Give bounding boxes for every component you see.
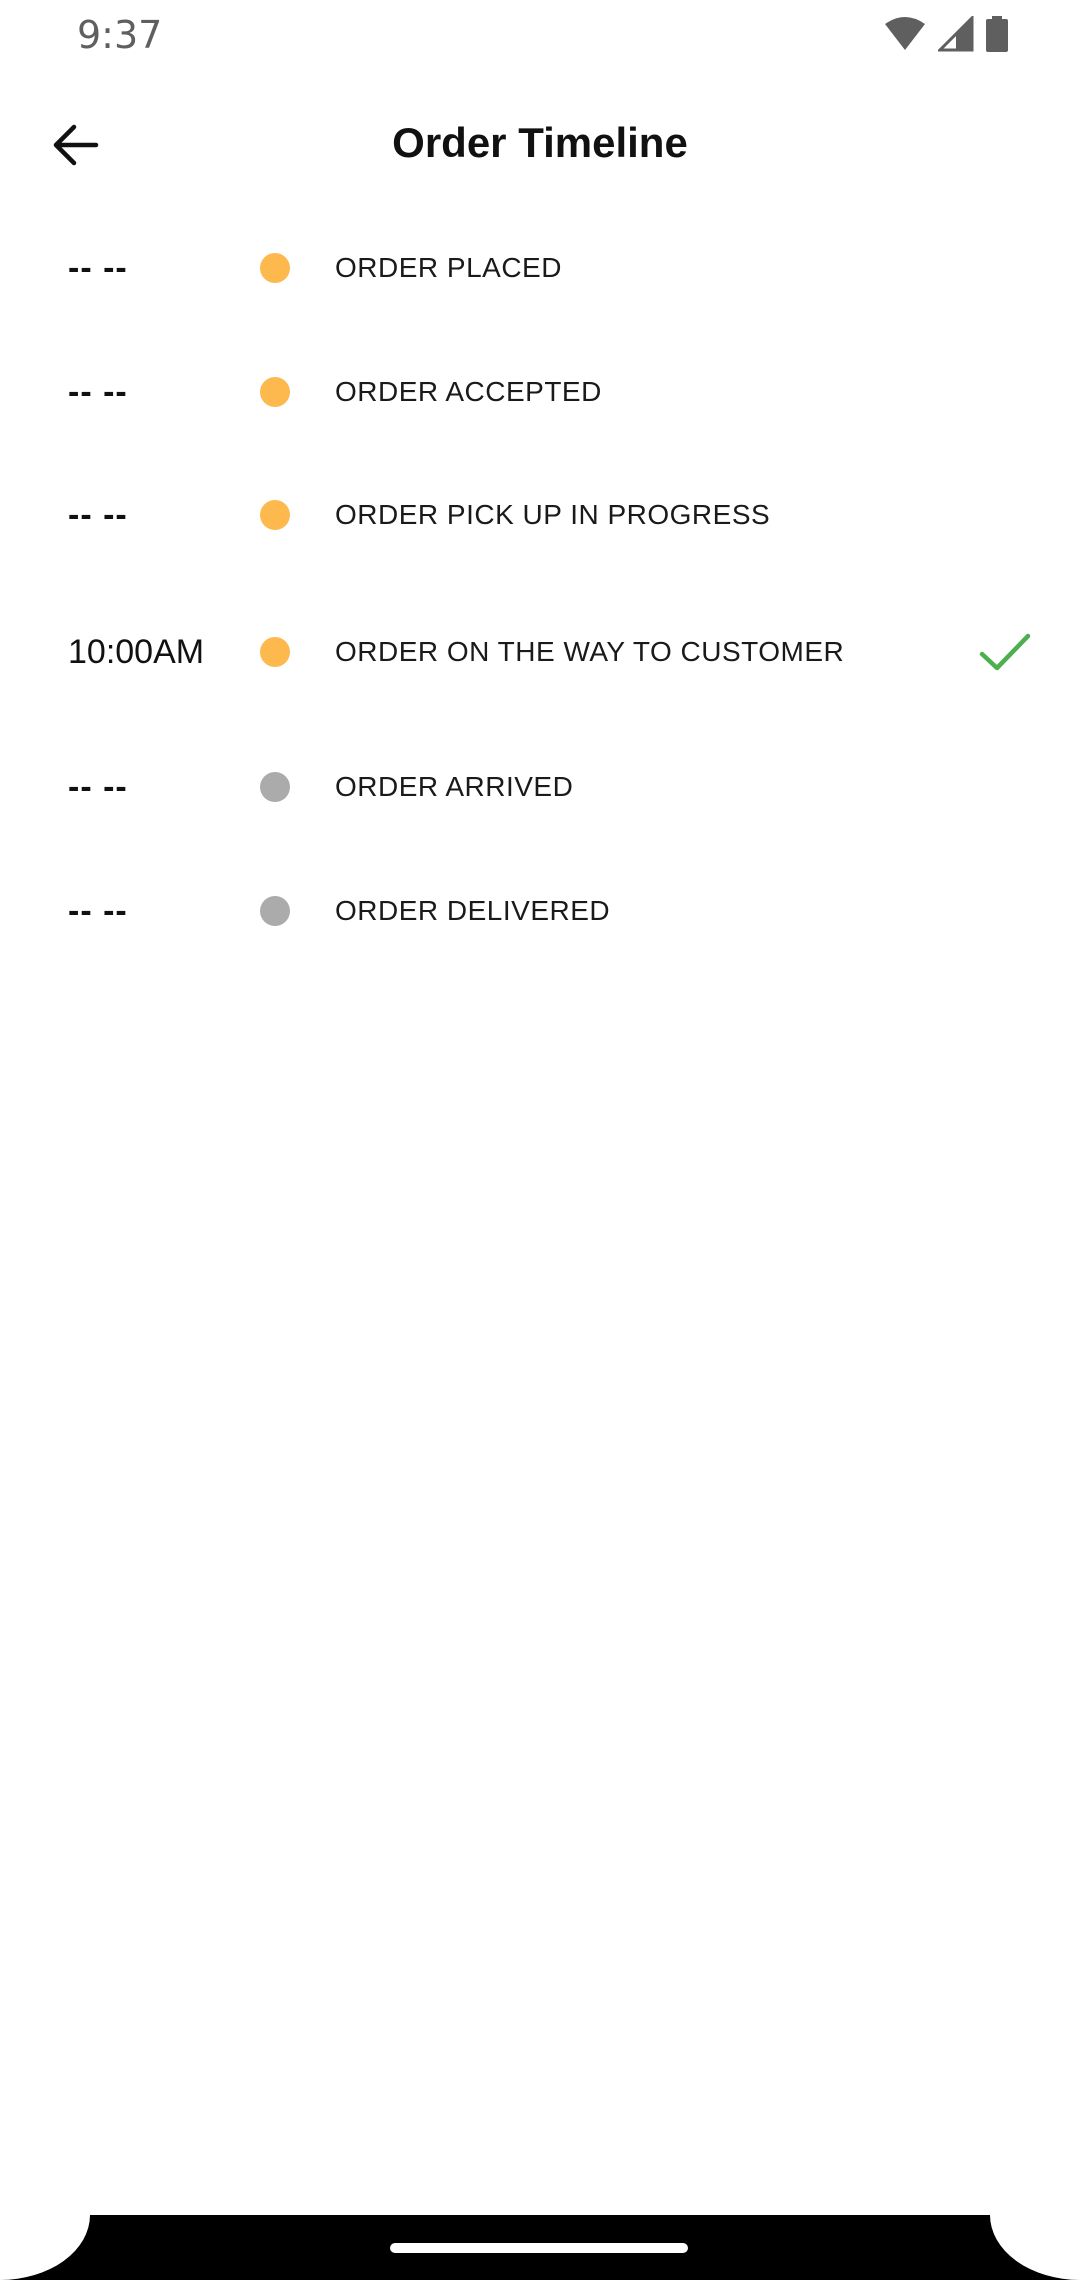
screen-corner-right [990, 2215, 1080, 2280]
screen-corner-left [0, 2215, 90, 2280]
home-indicator[interactable] [390, 2243, 688, 2253]
timeline-row-order-placed: -- -- ORDER PLACED [0, 228, 1080, 308]
status-dot-pending [260, 896, 290, 926]
timeline-time: -- -- [68, 249, 128, 287]
timeline-time: -- -- [68, 373, 128, 411]
timeline-row-order-delivered: -- -- ORDER DELIVERED [0, 871, 1080, 951]
timeline-label: ORDER DELIVERED [335, 895, 611, 926]
status-dot-pending [260, 772, 290, 802]
timeline-label: ORDER ON THE WAY TO CUSTOMER [335, 636, 845, 667]
timeline-time: -- -- [68, 892, 128, 930]
status-time: 9:37 [77, 13, 163, 57]
wifi-icon [885, 17, 925, 50]
status-dot-completed [260, 377, 290, 407]
status-dot-completed [260, 500, 290, 530]
timeline-label: ORDER PLACED [335, 252, 562, 283]
status-dot-completed [260, 253, 290, 283]
timeline-time: 10:00AM [68, 633, 205, 671]
timeline-row-order-accepted: -- -- ORDER ACCEPTED [0, 352, 1080, 432]
timeline-label: ORDER ACCEPTED [335, 376, 602, 407]
timeline-time: -- -- [68, 768, 128, 806]
battery-icon [986, 16, 1008, 52]
timeline-row-order-pick-up-in-progress: -- -- ORDER PICK UP IN PROGRESS [0, 475, 1080, 555]
status-icons [884, 16, 1008, 52]
timeline-row-order-on-the-way: 10:00AM ORDER ON THE WAY TO CUSTOMER [0, 612, 1080, 692]
checkmark-icon [979, 633, 1031, 671]
status-dot-completed [260, 637, 290, 667]
timeline-label: ORDER ARRIVED [335, 771, 574, 802]
app-bar: Order Timeline [0, 95, 1080, 191]
system-navigation-bar [0, 2215, 1080, 2280]
page-title: Order Timeline [392, 119, 688, 166]
timeline-row-order-arrived: -- -- ORDER ARRIVED [0, 747, 1080, 827]
status-bar: 9:37 [0, 0, 1080, 70]
timeline-time: -- -- [68, 496, 128, 534]
timeline-label: ORDER PICK UP IN PROGRESS [335, 499, 771, 530]
cellular-signal-icon [938, 16, 974, 52]
